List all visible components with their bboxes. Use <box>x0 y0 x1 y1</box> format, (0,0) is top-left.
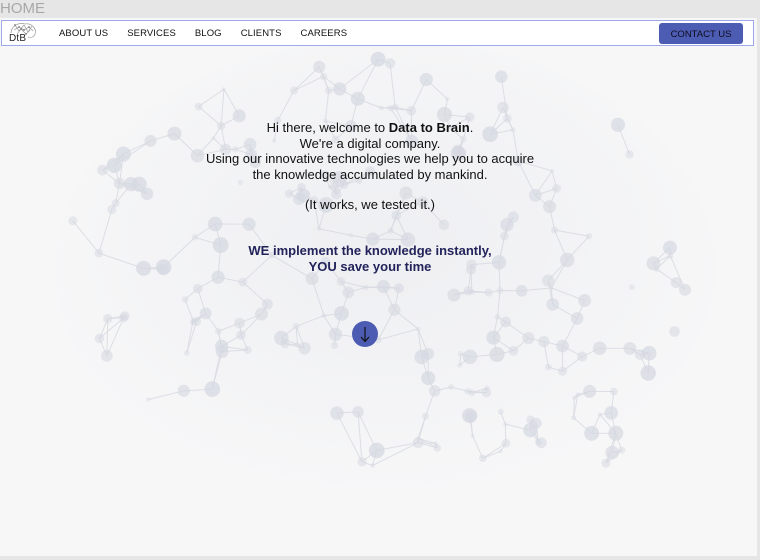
contact-us-button[interactable]: CONTACT US <box>659 23 743 44</box>
nav-item-about-us[interactable]: ABOUT US <box>59 28 108 39</box>
nav-item-blog[interactable]: BLOG <box>195 28 222 39</box>
app-frame: HOME DtB ABOUT US SERVICES BLOG CLIENTS … <box>0 0 760 560</box>
top-navbar: DtB ABOUT US SERVICES BLOG CLIENTS CAREE… <box>1 20 754 46</box>
nav-item-services[interactable]: SERVICES <box>127 28 176 39</box>
intro-line-2: We're a digital company. <box>299 135 441 151</box>
hero-tagline: WE implement the knowledge instantly, YO… <box>0 243 740 275</box>
page-label: HOME <box>0 0 45 17</box>
nav-item-careers[interactable]: CAREERS <box>301 28 348 39</box>
intro-line-4: the knowledge accumulated by mankind. <box>252 166 488 182</box>
logo-text: DtB <box>9 33 27 44</box>
intro-line-3: Using our innovative technologies we hel… <box>205 151 535 166</box>
greeting-line: Hi there, welcome to Data to Brain. <box>0 120 740 136</box>
tagline-line-1: WE implement the knowledge instantly, <box>248 243 492 258</box>
nav-menu: ABOUT US SERVICES BLOG CLIENTS CAREERS <box>59 21 366 45</box>
greeting-suffix: . <box>469 120 474 135</box>
intro-line-5: (It works, we tested it.) <box>304 197 436 212</box>
brain-network-background <box>55 38 715 498</box>
scroll-down-button[interactable] <box>352 321 378 347</box>
greeting-prefix: Hi there, welcome to <box>266 120 389 135</box>
nav-item-clients[interactable]: CLIENTS <box>241 28 282 39</box>
hero-intro: Hi there, welcome to Data to Brain. We'r… <box>0 120 740 213</box>
homepage: DtB ABOUT US SERVICES BLOG CLIENTS CAREE… <box>0 18 757 556</box>
arrow-down-icon <box>360 327 370 343</box>
logo[interactable]: DtB <box>7 21 37 47</box>
brand-name: Data to Brain <box>388 120 470 135</box>
tagline-line-2: YOU save your time <box>308 259 432 274</box>
